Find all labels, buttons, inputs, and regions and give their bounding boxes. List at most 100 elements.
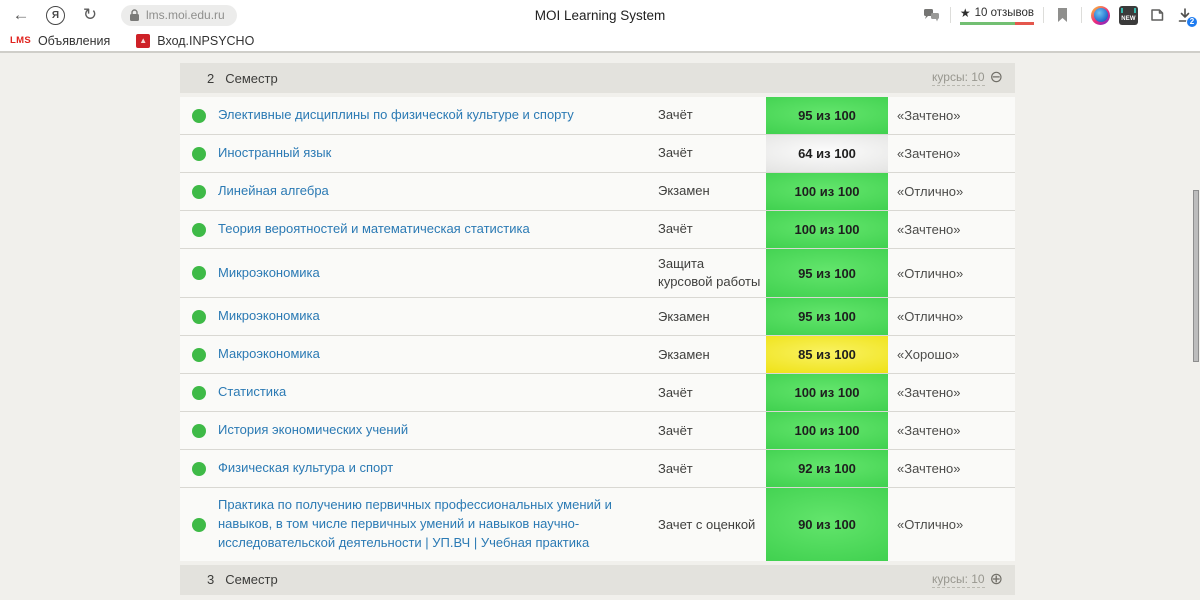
status-dot	[180, 97, 218, 134]
status-dot	[180, 173, 218, 210]
feedback-bubbles-icon[interactable]	[922, 6, 941, 25]
table-row: Статистика Зачёт 100 из 100 «Зачтено»	[180, 374, 1015, 413]
yandex-home-icon[interactable]: Я	[46, 5, 65, 25]
assessment-type: Зачёт	[658, 221, 693, 237]
status-dot	[180, 374, 218, 411]
grade-text: «Зачтено»	[897, 461, 961, 477]
reload-icon[interactable]: ↻	[79, 4, 101, 26]
course-link[interactable]: Микроэкономика	[218, 249, 658, 297]
site-rating[interactable]: ★ 10 отзывов	[959, 5, 1034, 25]
score-badge: 100 из 100	[766, 211, 888, 248]
grade-text: «Зачтено»	[897, 423, 961, 439]
grade-text: «Зачтено»	[897, 222, 961, 237]
status-dot	[180, 211, 218, 248]
assessment-type: Защита курсовой работы	[658, 256, 761, 290]
grade-text: «Зачтено»	[897, 385, 961, 401]
assessment-type: Зачёт	[658, 384, 693, 400]
assessment-type: Зачёт	[658, 460, 693, 476]
status-dot	[180, 488, 218, 561]
course-link[interactable]: Физическая культура и спорт	[218, 450, 658, 487]
grade-text: «Отлично»	[897, 517, 964, 533]
status-dot	[180, 336, 218, 373]
course-link[interactable]: Микроэкономика	[218, 298, 658, 335]
lms-favicon: LMS	[10, 35, 31, 46]
score-badge: 100 из 100	[766, 412, 888, 450]
course-link[interactable]: История экономических учений	[218, 412, 658, 449]
expand-icon[interactable]: ⊕	[990, 571, 1003, 588]
course-link[interactable]: Линейная алгебра	[218, 173, 658, 210]
score-badge: 100 из 100	[766, 173, 888, 210]
grade-text: «Отлично»	[897, 265, 964, 281]
status-dot	[180, 412, 218, 449]
course-link[interactable]: Статистика	[218, 374, 658, 411]
assessment-type: Зачет с оценкой	[658, 516, 756, 532]
divider	[1081, 7, 1082, 23]
downloads-icon[interactable]: 2	[1175, 6, 1198, 28]
table-row: Линейная алгебра Экзамен 100 из 100 «Отл…	[180, 173, 1015, 211]
vertical-scrollbar-thumb[interactable]	[1193, 190, 1199, 362]
new-extension-icon[interactable]: NEW	[1119, 5, 1138, 25]
table-row: Элективные дисциплины по физической куль…	[180, 97, 1015, 135]
table-row: История экономических учений Зачёт 100 и…	[180, 412, 1015, 451]
collections-icon[interactable]	[1147, 6, 1166, 25]
table-row: Практика по получению первичных професси…	[180, 488, 1015, 561]
downloads-badge: 2	[1186, 15, 1198, 28]
bookmark-item-inpsycho[interactable]: ▲ Вход.INPSYCHO	[136, 33, 254, 48]
grade-text: «Отлично»	[897, 309, 964, 325]
score-badge: 95 из 100	[766, 249, 888, 298]
semester-3-header: 3 Семестр курсы: 10 ⊕	[180, 564, 1015, 595]
score-badge: 85 из 100	[766, 336, 888, 374]
score-badge: 90 из 100	[766, 488, 888, 561]
assessment-type: Зачёт	[658, 107, 693, 123]
score-badge: 95 из 100	[766, 97, 888, 134]
course-link[interactable]: Практика по получению первичных професси…	[218, 488, 658, 561]
lms-page: 2 Семестр курсы: 10 ⊖ Элективные дисципл…	[0, 55, 1200, 600]
collapse-icon[interactable]: ⊖	[990, 70, 1003, 86]
courses-count-link[interactable]: курсы: 10	[932, 70, 985, 86]
courses-count-link[interactable]: курсы: 10	[932, 572, 985, 588]
score-badge: 100 из 100	[766, 374, 888, 412]
course-link[interactable]: Макроэкономика	[218, 336, 658, 373]
rating-bar	[959, 21, 1034, 25]
semester-2-header: 2 Семестр курсы: 10 ⊖	[180, 63, 1015, 93]
table-row: Макроэкономика Экзамен 85 из 100 «Хорошо…	[180, 336, 1015, 375]
address-bar[interactable]: lms.moi.edu.ru	[121, 4, 237, 26]
table-row: Физическая культура и спорт Зачёт 92 из …	[180, 450, 1015, 489]
score-badge: 92 из 100	[766, 450, 888, 488]
status-dot	[180, 298, 218, 335]
grade-text: «Зачтено»	[897, 146, 961, 161]
grade-text: «Зачтено»	[897, 108, 961, 123]
semester-title: Семестр	[225, 572, 278, 588]
bookmark-flag-icon[interactable]	[1053, 6, 1072, 25]
table-row: Теория вероятностей и математическая ста…	[180, 211, 1015, 249]
divider	[1043, 7, 1044, 23]
assessment-type: Экзамен	[658, 308, 710, 324]
assessment-type: Экзамен	[658, 183, 710, 199]
assessment-type: Зачёт	[658, 145, 693, 161]
course-link[interactable]: Элективные дисциплины по физической куль…	[218, 97, 658, 134]
grade-text: «Хорошо»	[897, 347, 960, 363]
table-row: Микроэкономика Защита курсовой работы 95…	[180, 249, 1015, 299]
rating-label: 10 отзывов	[974, 6, 1034, 19]
assessment-type: Экзамен	[658, 346, 710, 362]
browser-toolbar: ← Я ↻ lms.moi.edu.ru MOI Learning System…	[0, 0, 1200, 30]
table-row: Микроэкономика Экзамен 95 из 100 «Отличн…	[180, 298, 1015, 337]
back-icon[interactable]: ←	[10, 4, 32, 26]
status-dot	[180, 450, 218, 487]
gradebook-table: 2 Семестр курсы: 10 ⊖ Элективные дисципл…	[180, 63, 1015, 595]
lock-icon	[129, 8, 140, 22]
browser-extension-icon[interactable]	[1091, 5, 1110, 25]
status-dot	[180, 135, 218, 172]
score-badge: 95 из 100	[766, 298, 888, 336]
url-text: lms.moi.edu.ru	[146, 8, 225, 22]
star-icon: ★	[959, 5, 971, 20]
bookmark-item-announcements[interactable]: LMS Объявления	[10, 34, 110, 48]
bookmarks-bar: LMS Объявления ▲ Вход.INPSYCHO	[0, 30, 1200, 53]
semester-title: Семестр	[225, 70, 278, 86]
course-link[interactable]: Теория вероятностей и математическая ста…	[218, 211, 658, 248]
semester-2-rows: Элективные дисциплины по физической куль…	[180, 97, 1015, 561]
table-row: Иностранный язык Зачёт 64 из 100 «Зачтен…	[180, 135, 1015, 173]
course-link[interactable]: Иностранный язык	[218, 135, 658, 172]
assessment-type: Зачёт	[658, 422, 693, 438]
status-dot	[180, 249, 218, 297]
